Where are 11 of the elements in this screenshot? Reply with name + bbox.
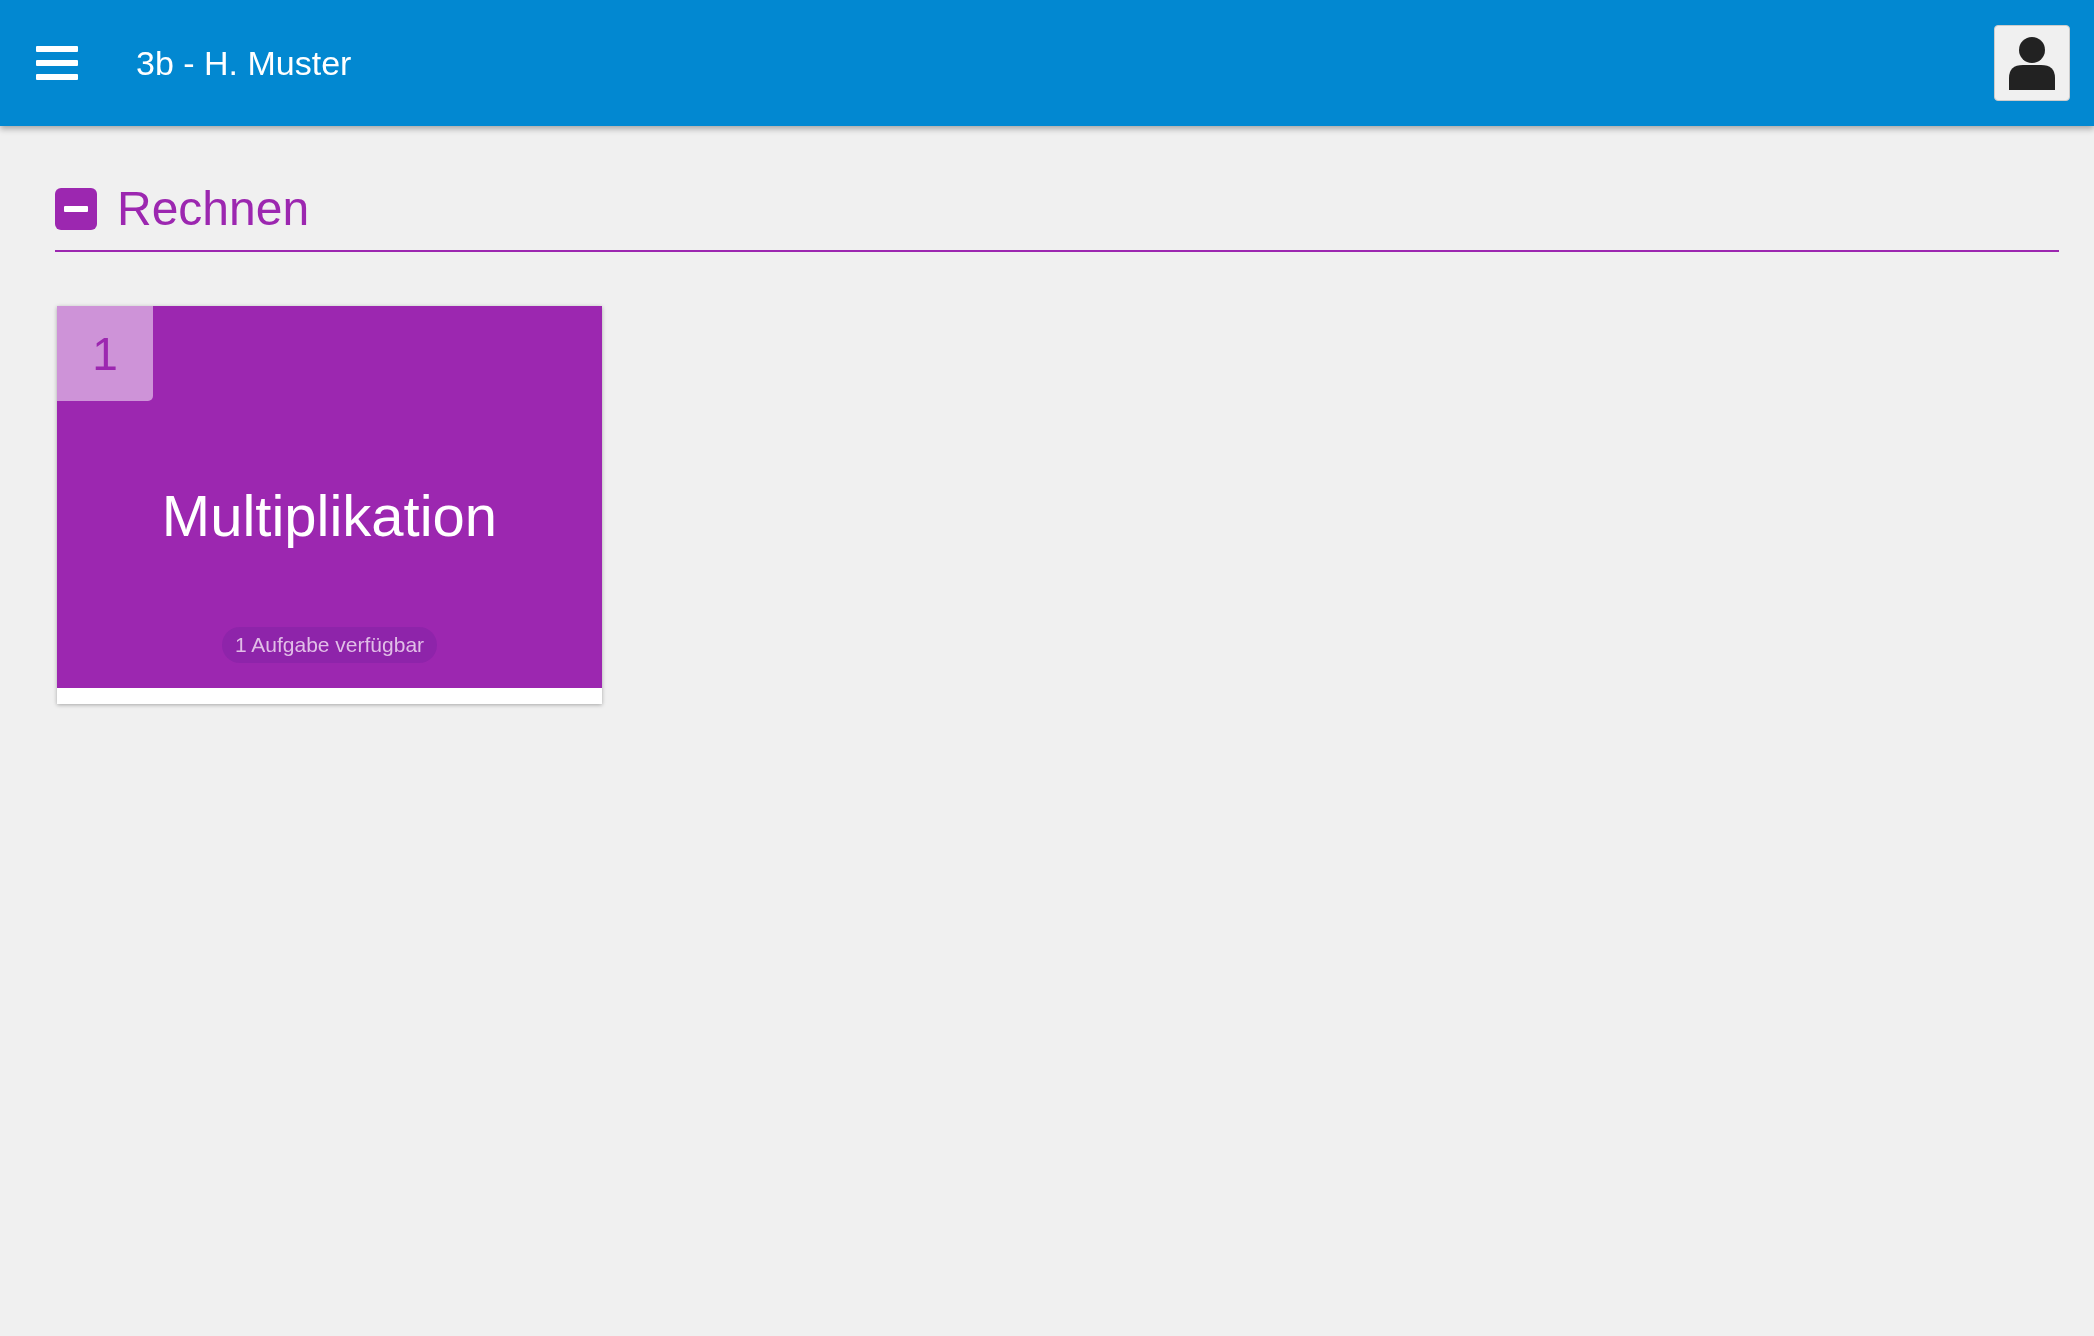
user-icon bbox=[2007, 36, 2057, 90]
topic-card[interactable]: 1 Multiplikation 1 Aufgabe verfügbar bbox=[57, 306, 602, 704]
menu-button[interactable] bbox=[36, 46, 78, 80]
collapse-icon[interactable] bbox=[55, 187, 97, 230]
section-title: Rechnen bbox=[117, 181, 310, 236]
menu-icon bbox=[36, 46, 78, 80]
card-title: Multiplikation bbox=[161, 482, 498, 549]
task-count-badge: 1 Aufgabe verfügbar bbox=[221, 627, 438, 663]
number-badge: 1 bbox=[57, 306, 153, 401]
app-title: 3b - H. Muster bbox=[136, 43, 353, 83]
user-button[interactable] bbox=[1994, 25, 2070, 101]
